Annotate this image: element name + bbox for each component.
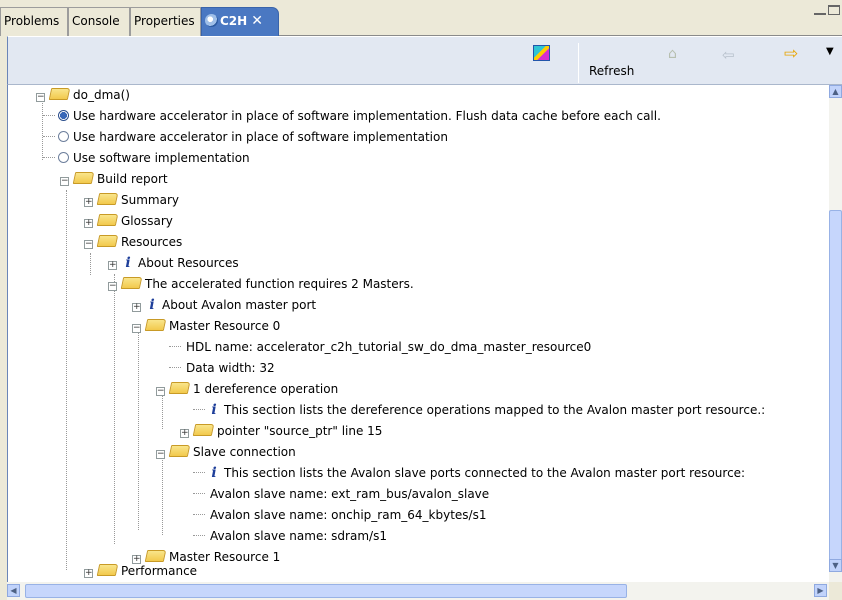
radio-option-sw[interactable]: Use software implementation [43, 148, 250, 169]
folder-open-icon [48, 88, 71, 100]
tree-node-about-avalon-master[interactable]: + i About Avalon master port [132, 295, 316, 316]
horizontal-scroll-thumb[interactable] [25, 584, 627, 598]
c2h-icon[interactable] [533, 45, 550, 61]
info-icon: i [211, 465, 217, 481]
radio-unchecked-icon[interactable] [58, 131, 69, 142]
c2h-globe-icon [205, 14, 218, 27]
tree-node-master-resource-0[interactable]: − Master Resource 0 [132, 316, 280, 337]
folder-open-icon [72, 172, 95, 184]
collapse-icon[interactable]: − [132, 324, 141, 333]
folder-open-icon [168, 382, 191, 394]
tree-node-deref-operation[interactable]: −1 dereference operation [156, 379, 338, 400]
collapse-icon[interactable]: − [60, 177, 69, 186]
tree-leaf-data-width[interactable]: Data width: 32 [169, 358, 275, 379]
radio-checked-icon[interactable] [58, 110, 69, 121]
tree-guide [138, 325, 139, 530]
folder-open-icon [120, 277, 143, 289]
tree-node-glossary[interactable]: + Glossary [84, 211, 173, 232]
scroll-up-icon[interactable]: ▲ [829, 85, 842, 98]
minimize-icon[interactable] [814, 8, 826, 15]
radio-option-hw-flush[interactable]: Use hardware accelerator in place of sof… [43, 106, 661, 127]
folder-icon [192, 424, 215, 436]
folder-icon [96, 214, 119, 226]
back-arrow-icon[interactable]: ⇦ [722, 46, 735, 64]
collapse-icon[interactable]: − [36, 93, 45, 102]
c2h-report-tree: − do_dma() Use hardware accelerator in pl… [7, 85, 829, 582]
forward-arrow-icon[interactable]: ⇨ [784, 44, 798, 64]
tree-leaf-slave-2[interactable]: Avalon slave name: onchip_ram_64_kbytes/… [193, 505, 486, 526]
tree-leaf-hdl-name[interactable]: HDL name: accelerator_c2h_tutorial_sw_do… [169, 337, 591, 358]
info-icon: i [125, 255, 131, 271]
tree-node-masters-required[interactable]: − The accelerated function requires 2 Mas… [108, 274, 414, 295]
tab-properties[interactable]: Properties [130, 7, 201, 36]
scroll-left-icon[interactable]: ◀ [7, 584, 20, 597]
refresh-button[interactable]: Refresh [589, 64, 634, 78]
tab-close-icon[interactable]: ✕ [251, 13, 263, 29]
toolbar-separator [578, 43, 579, 83]
vertical-scroll-thumb[interactable] [829, 210, 842, 566]
tree-guide [90, 253, 91, 275]
folder-open-icon [144, 319, 167, 331]
tree-node-summary[interactable]: + Summary [84, 190, 179, 211]
view-tab-bar: Problems Console Properties C2H ✕ [0, 0, 842, 36]
tree-node-performance[interactable]: + Performance [84, 561, 197, 582]
tree-leaf-slave-1[interactable]: Avalon slave name: ext_ram_bus/avalon_sl… [193, 484, 489, 505]
expand-icon[interactable]: + [132, 303, 141, 312]
tree-node-do-dma[interactable]: − do_dma() [36, 85, 130, 106]
radio-option-hw[interactable]: Use hardware accelerator in place of sof… [43, 127, 448, 148]
tab-c2h[interactable]: C2H ✕ [201, 7, 279, 36]
tree-node-build-report[interactable]: − Build report [60, 169, 168, 190]
radio-unchecked-icon[interactable] [58, 152, 69, 163]
expand-icon[interactable]: + [108, 261, 117, 270]
tree-node-about-resources[interactable]: + i About Resources [108, 253, 239, 274]
c2h-toolbar: Refresh ⌂ ⇦ ⇨ ▼ [7, 36, 842, 85]
tab-console[interactable]: Console [68, 7, 130, 36]
horizontal-scrollbar[interactable]: ◀ ▶ [7, 582, 829, 600]
home-icon[interactable]: ⌂ [668, 46, 677, 62]
scroll-right-icon[interactable]: ▶ [814, 584, 827, 597]
vertical-scrollbar[interactable]: ▲ ▼ [829, 85, 842, 582]
expand-icon[interactable]: + [180, 429, 189, 438]
tree-leaf-deref-info[interactable]: i This section lists the dereference oper… [193, 400, 765, 421]
info-icon: i [211, 402, 217, 418]
tree-node-resources[interactable]: − Resources [84, 232, 182, 253]
tree-leaf-slave-3[interactable]: Avalon slave name: sdram/s1 [193, 526, 387, 547]
tab-problems[interactable]: Problems [0, 7, 68, 36]
collapse-icon[interactable]: − [156, 387, 165, 396]
tree-guide [162, 451, 163, 535]
expand-icon[interactable]: + [84, 569, 93, 578]
maximize-icon[interactable] [828, 5, 840, 15]
view-menu-icon[interactable]: ▼ [826, 46, 834, 57]
tree-leaf-slave-info[interactable]: i This section lists the Avalon slave por… [193, 463, 745, 484]
expand-icon[interactable]: + [84, 198, 93, 207]
tree-guide [114, 274, 115, 544]
tree-guide [66, 190, 67, 570]
info-icon: i [149, 297, 155, 313]
scrollbar-corner [829, 582, 842, 600]
scroll-down-icon[interactable]: ▼ [829, 559, 842, 572]
folder-icon [96, 564, 119, 576]
folder-open-icon [96, 235, 119, 247]
collapse-icon[interactable]: − [84, 240, 93, 249]
expand-icon[interactable]: + [84, 219, 93, 228]
tree-node-slave-connection[interactable]: − Slave connection [156, 442, 296, 463]
window-controls [812, 5, 840, 19]
tree-node-pointer-source[interactable]: + pointer "source_ptr" line 15 [180, 421, 382, 442]
folder-icon [96, 193, 119, 205]
collapse-icon[interactable]: − [156, 450, 165, 459]
folder-open-icon [168, 445, 191, 457]
collapse-icon[interactable]: − [108, 282, 117, 291]
